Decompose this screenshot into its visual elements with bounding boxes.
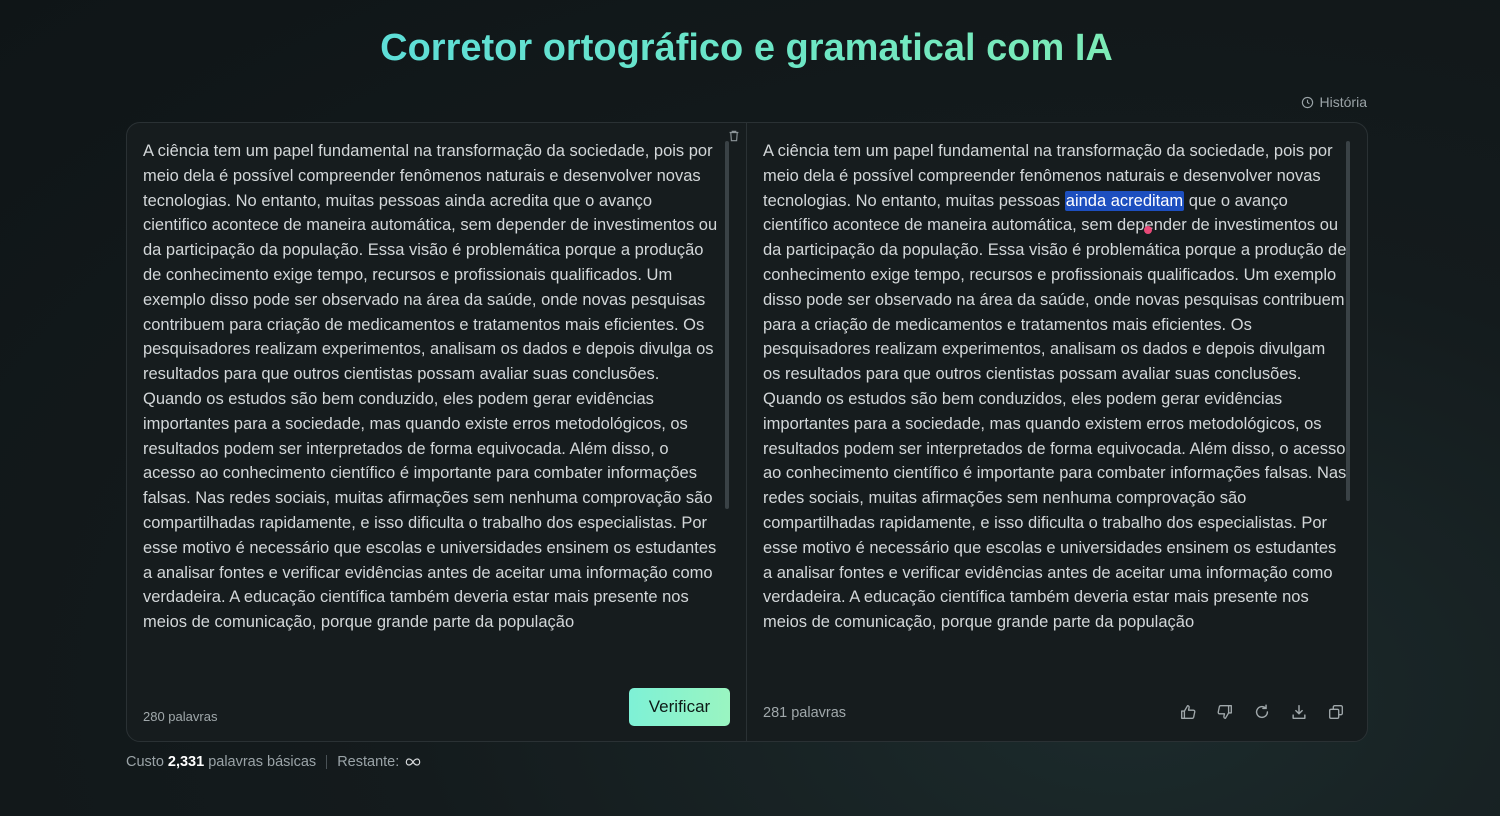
history-button[interactable]: História: [1301, 92, 1367, 112]
page-title: Corretor ortográfico e gramatical com IA: [0, 24, 1493, 72]
infinity-icon: [405, 758, 421, 766]
cost-prefix: Custo: [126, 754, 164, 770]
output-panel: A ciência tem um papel fundamental na tr…: [747, 123, 1367, 741]
download-icon[interactable]: [1290, 703, 1308, 721]
refresh-icon[interactable]: [1253, 703, 1271, 721]
footer-divider: [326, 755, 328, 769]
output-text: A ciência tem um papel fundamental na tr…: [763, 139, 1347, 635]
input-scrollbar[interactable]: [725, 141, 729, 509]
input-word-count: 280 palavras: [143, 709, 218, 724]
remaining-label: Restante:: [337, 754, 400, 770]
cost-value: 2,331: [167, 754, 205, 770]
output-actions: [1179, 703, 1345, 721]
input-panel: A ciência tem um papel fundamental na tr…: [127, 123, 747, 741]
output-text-mid-2: nder de investimentos ou da participação…: [763, 216, 1347, 632]
output-word-count: 281 palavras: [763, 705, 847, 721]
correction-highlight[interactable]: ainda acreditam: [1064, 190, 1185, 211]
input-text: A ciência tem um papel fundamental na tr…: [143, 142, 718, 632]
checker-card: A ciência tem um papel fundamental na tr…: [126, 122, 1368, 742]
usage-footer: Custo 2,331 palavras básicas Restante:: [126, 752, 421, 772]
clock-icon: [1301, 96, 1313, 108]
cost-suffix: palavras básicas: [208, 754, 317, 770]
history-label: História: [1319, 94, 1367, 110]
thumbs-down-icon[interactable]: [1216, 703, 1234, 721]
trash-icon[interactable]: [727, 129, 741, 143]
input-textarea[interactable]: A ciência tem um papel fundamental na tr…: [143, 139, 719, 671]
verify-button[interactable]: Verificar: [629, 688, 730, 726]
thumbs-up-icon[interactable]: [1179, 703, 1197, 721]
output-scrollbar[interactable]: [1346, 141, 1350, 501]
output-text-area: A ciência tem um papel fundamental na tr…: [763, 139, 1347, 671]
copy-icon[interactable]: [1327, 703, 1345, 721]
